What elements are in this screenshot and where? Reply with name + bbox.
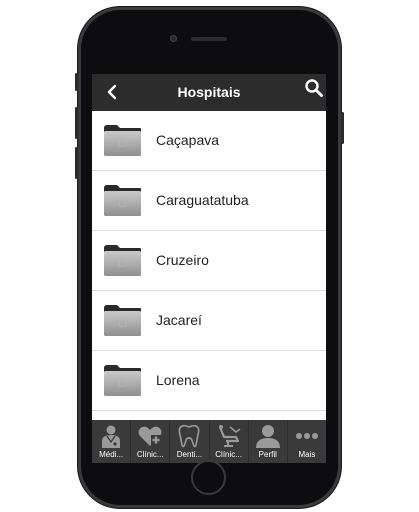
phone-frame: Hospitais Caçapava Caraguatatuba Cruzeir… [75,7,344,508]
hospital-item[interactable]: Cruzeiro [92,231,326,291]
dental-chair-icon [218,425,241,447]
volume-up-button [75,107,78,139]
hospital-label: Caçapava [156,132,220,148]
doctor-icon [102,425,121,448]
tab-label: Mais [298,450,316,459]
volume-down-button [75,147,78,179]
tab-clinicas[interactable]: Clínic... [131,420,171,463]
tab-label: Denti... [176,450,203,459]
hospital-label: Cruzeiro [156,252,209,268]
search-icon[interactable] [304,78,324,98]
folder-icon [104,245,141,276]
folder-icon [104,185,141,216]
folder-icon [104,125,141,156]
tab-mais[interactable]: Mais [288,420,326,463]
front-camera [170,35,177,42]
mute-switch [75,73,78,91]
hospital-item[interactable]: Jacareí [92,291,326,351]
app-screen: Hospitais Caçapava Caraguatatuba Cruzeir… [92,74,326,463]
tab-perfil[interactable]: Perfil [249,420,288,463]
folder-icon [104,305,141,336]
tab-clinicas-odontologicas[interactable]: Clínic... [210,420,249,463]
tooth-icon [178,424,200,448]
earpiece-speaker [191,37,227,41]
home-button[interactable] [191,460,226,495]
tab-label: Clínic... [136,450,164,459]
hospital-label: Caraguatatuba [156,192,249,208]
page-title: Hospitais [177,84,241,100]
hospital-list: Caçapava Caraguatatuba Cruzeiro Jacareí … [92,111,326,411]
tab-label: Médi... [99,450,124,459]
more-icon [295,433,318,439]
hospital-label: Jacareí [156,312,202,328]
folder-icon [104,365,141,396]
tab-medicos[interactable]: Médi... [92,420,132,463]
hospital-item[interactable]: Caraguatatuba [92,171,326,231]
tab-dentistas[interactable]: Denti... [170,420,210,463]
tab-label: Clínic... [215,450,242,459]
tab-label: Perfil [258,450,277,459]
hospital-label: Lorena [156,372,200,388]
hospital-item[interactable]: Lorena [92,351,326,411]
heart-plus-icon [138,426,162,446]
power-button [341,112,344,144]
bottom-tab-bar: Médi... Clínic... Denti... Clínic... Per… [92,420,326,463]
profile-icon [255,425,280,448]
app-header: Hospitais [92,74,326,111]
hospital-item[interactable]: Caçapava [92,111,326,171]
